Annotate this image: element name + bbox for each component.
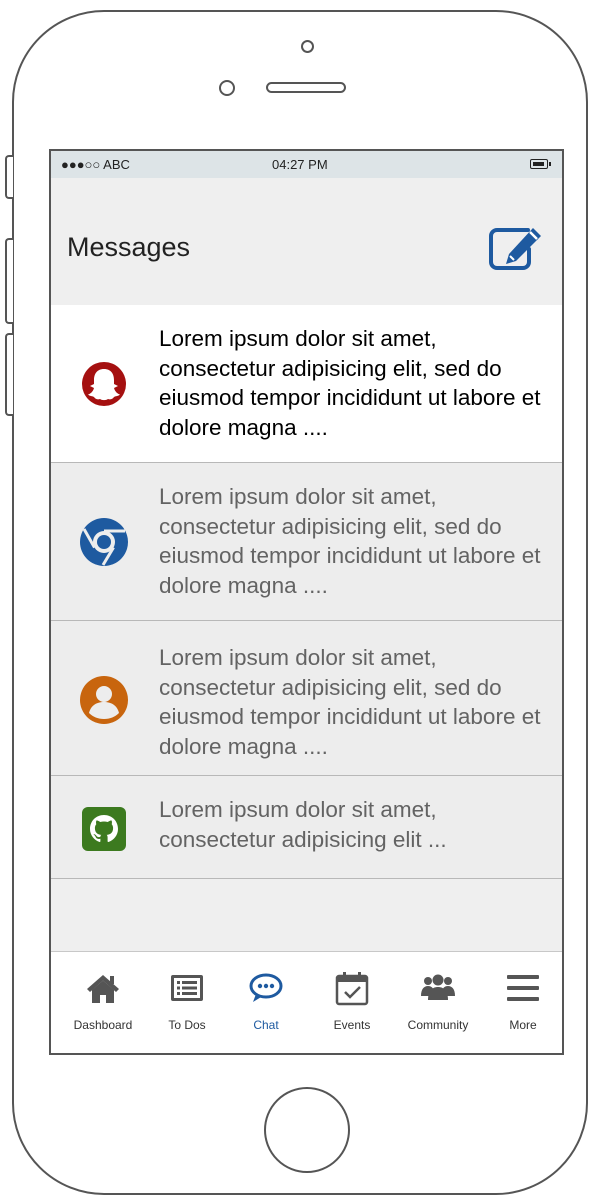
message-preview-text: Lorem ipsum dolor sit amet, consectetur …: [159, 326, 541, 440]
tab-label: Chat: [253, 1018, 279, 1032]
list-icon: [171, 975, 203, 1001]
proximity-sensor: [219, 80, 235, 96]
tab-label: Dashboard: [73, 1018, 133, 1032]
message-item[interactable]: Lorem ipsum dolor sit amet, consectetur …: [51, 463, 562, 621]
tab-label: Events: [333, 1018, 371, 1032]
tab-bar: Dashboard To Dos Chat Events Community M…: [51, 951, 562, 1053]
tab-more[interactable]: More: [480, 952, 562, 1052]
status-bar: ●●●○○ ABC 04:27 PM: [51, 151, 562, 178]
user-icon: [80, 676, 128, 724]
volume-down-button: [5, 333, 13, 416]
message-preview-text: Lorem ipsum dolor sit amet, consectetur …: [159, 484, 541, 598]
status-time: 04:27 PM: [272, 157, 328, 172]
carrier-signal: ●●●○○ ABC: [61, 157, 130, 172]
snapchat-icon: [82, 362, 126, 406]
message-item[interactable]: Lorem ipsum dolor sit amet, consectetur …: [51, 621, 562, 776]
chrome-icon: [80, 518, 128, 566]
tab-dashboard[interactable]: Dashboard: [60, 952, 146, 1052]
earpiece-speaker: [266, 82, 346, 93]
tab-label: Community: [407, 1018, 469, 1032]
page-title: Messages: [67, 232, 191, 262]
home-button[interactable]: [264, 1087, 350, 1173]
phone-screen: ●●●○○ ABC 04:27 PM Messages Lorem ipsum …: [49, 149, 564, 1055]
tab-label: To Dos: [168, 1018, 206, 1032]
compose-icon[interactable]: [488, 225, 544, 271]
home-icon: [87, 975, 119, 1003]
front-camera: [301, 40, 314, 53]
calendar-check-icon: [335, 972, 369, 1006]
battery-icon: [530, 159, 551, 169]
tab-label: More: [509, 1018, 537, 1032]
tab-community[interactable]: Community: [395, 952, 481, 1052]
chat-icon: [249, 973, 283, 1002]
message-item[interactable]: Lorem ipsum dolor sit amet, consectetur …: [51, 776, 562, 879]
navigation-header: Messages: [51, 178, 562, 306]
users-icon: [421, 974, 455, 1000]
menu-icon: [507, 975, 539, 1001]
mute-switch: [5, 155, 13, 199]
github-icon: [82, 807, 126, 851]
volume-up-button: [5, 238, 13, 324]
tab-events[interactable]: Events: [309, 952, 395, 1052]
message-item[interactable]: Lorem ipsum dolor sit amet, consectetur …: [51, 305, 562, 463]
tab-to-dos[interactable]: To Dos: [144, 952, 230, 1052]
message-preview-text: Lorem ipsum dolor sit amet, consectetur …: [159, 797, 447, 852]
tab-chat[interactable]: Chat: [223, 952, 309, 1052]
message-preview-text: Lorem ipsum dolor sit amet, consectetur …: [159, 645, 541, 759]
